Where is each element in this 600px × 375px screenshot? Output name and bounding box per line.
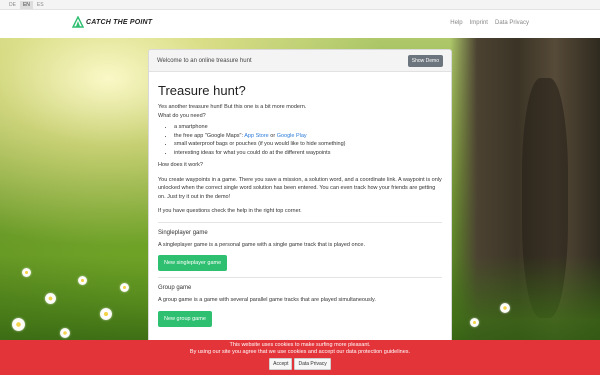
cookie-text-line2: By using our site you agree that we use … — [189, 349, 411, 355]
google-play-link[interactable]: Google Play — [277, 133, 307, 139]
flower — [45, 293, 56, 304]
app-store-link[interactable]: App Store — [244, 133, 268, 139]
flower — [22, 268, 31, 277]
flower — [60, 328, 70, 338]
new-singleplayer-game-button[interactable]: New singleplayer game — [158, 255, 228, 271]
card-header-title: Welcome to an online treasure hunt — [157, 57, 252, 64]
card-header: Welcome to an online treasure hunt Show … — [149, 50, 451, 72]
needs-list: a smartphone the free app "Google Maps":… — [158, 123, 442, 157]
singleplayer-text: A singleplayer game is a personal game w… — [158, 241, 365, 248]
tent-icon — [72, 16, 84, 28]
cookie-buttons: Accept Data Privacy — [0, 358, 600, 370]
needs-item-text: interesting ideas for what you could do … — [174, 149, 331, 156]
cookie-text-line1: This website uses cookies to make surfin… — [229, 342, 371, 348]
main-card: Welcome to an online treasure hunt Show … — [148, 49, 452, 344]
navbar: CATCH THE POINT Help Imprint Data Privac… — [0, 10, 600, 38]
cookie-banner: This website uses cookies to make surfin… — [0, 340, 600, 375]
card-body: Treasure hunt? Yes another treasure hunt… — [149, 72, 451, 327]
how-title: How does it work? — [158, 162, 203, 168]
show-demo-button[interactable]: Show Demo — [407, 54, 443, 67]
accept-cookies-button[interactable]: Accept — [269, 358, 293, 370]
group-title: Group game — [158, 285, 192, 291]
nav-data-privacy[interactable]: Data Privacy — [495, 20, 529, 26]
singleplayer-title: Singleplayer game — [158, 229, 208, 236]
lang-de[interactable]: DE — [6, 1, 19, 9]
needs-item-text: small waterproof bags or pouches (if you… — [174, 141, 346, 147]
lang-en[interactable]: EN — [19, 0, 33, 9]
list-item: the free app "Google Maps": App Store or… — [174, 132, 442, 141]
divider — [158, 277, 442, 278]
language-bar: DE EN ES — [0, 0, 600, 10]
nav-imprint[interactable]: Imprint — [470, 20, 488, 26]
data-privacy-button[interactable]: Data Privacy — [294, 358, 331, 370]
list-item: interesting ideas for what you could do … — [174, 149, 442, 158]
flower — [78, 276, 87, 285]
page-title: Treasure hunt? — [158, 83, 246, 98]
lang-es[interactable]: ES — [34, 1, 47, 9]
flower — [12, 318, 25, 331]
brand-name: CATCH THE POINT — [86, 18, 153, 26]
nav-links: Help Imprint Data Privacy — [443, 20, 529, 26]
list-item: a smartphone — [174, 123, 442, 132]
divider — [158, 221, 442, 223]
flower — [120, 283, 129, 292]
flower — [500, 303, 510, 313]
new-group-game-button[interactable]: New group game — [158, 310, 212, 327]
intro-text: Yes another treasure hunt! But this one … — [158, 104, 307, 110]
brand-link[interactable]: CATCH THE POINT — [72, 16, 152, 28]
group-text: A group game is a game with several para… — [158, 297, 376, 303]
needs-or-text: or — [268, 132, 277, 139]
flower — [100, 308, 112, 320]
how-text: You create waypoints in a game. There yo… — [158, 176, 442, 200]
flower — [470, 318, 479, 327]
help-text: If you have questions check the help in … — [158, 208, 302, 214]
intro-question: What do you need? — [158, 112, 206, 119]
needs-item-text: the free app "Google Maps": — [174, 132, 245, 139]
nav-help[interactable]: Help — [450, 20, 462, 26]
list-item: small waterproof bags or pouches (if you… — [174, 140, 442, 149]
needs-item-text: a smartphone — [174, 124, 208, 130]
